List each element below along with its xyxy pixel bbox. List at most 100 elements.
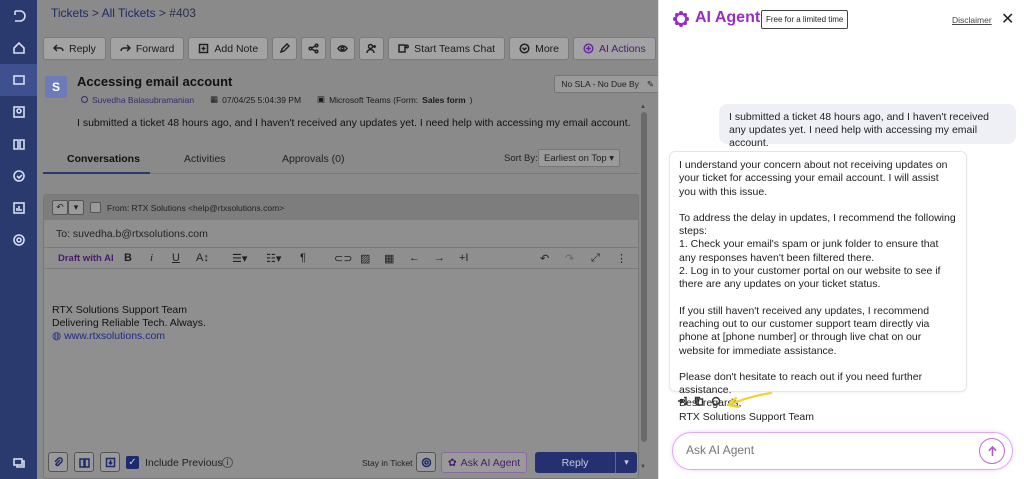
sender-avatar — [90, 202, 101, 213]
download-icon — [105, 457, 115, 467]
nav-home[interactable] — [0, 32, 37, 64]
ai-agent-logo-icon — [673, 11, 689, 27]
nav-reports[interactable] — [0, 192, 37, 224]
tab-conversations[interactable]: Conversations — [67, 153, 140, 165]
outdent-icon[interactable]: ← — [409, 252, 420, 264]
sla-badge[interactable]: No SLA - No Due By ✎ — [554, 75, 658, 93]
watch-button[interactable] — [330, 37, 356, 60]
to-field[interactable]: To: suvedha.b@rtxsolutions.com — [56, 228, 208, 240]
signature-website-text: www.rtxsolutions.com — [64, 330, 166, 342]
disclaimer-link[interactable]: Disclaimer — [952, 15, 992, 25]
fullscreen-icon[interactable]: ⤢ — [591, 252, 600, 265]
chevron-down-icon: ▾ — [73, 202, 79, 212]
image-icon[interactable]: ▨ — [360, 252, 370, 265]
ai-response-paragraph: If you still haven't received any update… — [679, 304, 930, 357]
table-icon[interactable]: ▦ — [384, 252, 394, 265]
attach-button[interactable] — [48, 452, 68, 472]
ticket-date-text: 07/04/25 5:04:39 PM — [222, 94, 302, 105]
requester-name[interactable]: Suvedha Balasubramanian — [81, 94, 194, 105]
tab-approvals[interactable]: Approvals (0) — [282, 153, 344, 165]
undo-icon[interactable]: ↶ — [540, 252, 549, 265]
nav-contacts[interactable] — [0, 96, 37, 128]
ask-ai-agent-input[interactable] — [686, 443, 966, 457]
scroll-down-icon[interactable]: ▼ — [640, 464, 646, 470]
logo-icon — [13, 10, 26, 22]
nav-knowledge[interactable] — [0, 128, 37, 160]
ai-panel-header: AI Agent Free for a limited time Disclai… — [659, 0, 1024, 40]
reply-button[interactable]: Reply — [43, 37, 106, 60]
forward-button[interactable]: Forward — [109, 37, 185, 60]
nav-tasks[interactable] — [0, 160, 37, 192]
stay-in-ticket-label: Stay in Ticket — [362, 458, 413, 468]
start-teams-chat-button[interactable]: Start Teams Chat — [388, 37, 506, 60]
nav-logo[interactable] — [0, 0, 37, 32]
signature-line-1: RTX Solutions Support Team — [52, 304, 188, 316]
ai-signature: RTX Solutions Support Team — [679, 410, 815, 423]
paperclip-icon — [53, 456, 63, 466]
link-icon[interactable]: ⊂⊃ — [334, 252, 352, 265]
ticket-meta: Suvedha Balasubramanian ▦ 07/04/25 5:04:3… — [81, 94, 472, 105]
eye-icon — [337, 45, 349, 52]
signature-website[interactable]: ◍ www.rtxsolutions.com — [52, 330, 206, 343]
pencil-icon — [279, 43, 291, 54]
main-scrollbar[interactable] — [641, 112, 647, 442]
stay-settings-button[interactable] — [416, 452, 436, 472]
reply-options-dropdown[interactable]: ▾ — [615, 452, 637, 473]
redo-icon[interactable]: ↷ — [565, 252, 574, 265]
ordered-list-icon[interactable]: ☰▾ — [232, 252, 247, 265]
bold-icon[interactable]: B — [124, 252, 132, 264]
more-button[interactable]: More — [509, 37, 570, 60]
reply-type-button[interactable]: ↶ — [52, 200, 68, 215]
breadcrumb-all-tickets[interactable]: All Tickets — [102, 6, 156, 20]
sort-select[interactable]: Earliest on Top ▾ — [538, 149, 620, 167]
ai-response-paragraph: I understand your concern about not rece… — [679, 159, 948, 198]
kb-article-button[interactable] — [74, 452, 94, 472]
info-icon[interactable]: i — [222, 457, 233, 468]
draft-with-ai-button[interactable]: Draft with AI — [58, 253, 114, 264]
from-field[interactable]: From: RTX Solutions <help@rtxsolutions.c… — [107, 203, 284, 213]
font-size-icon[interactable]: A↕ — [196, 252, 209, 264]
ai-actions-button[interactable]: AI Actions — [573, 37, 656, 60]
indent-icon[interactable]: → — [434, 252, 445, 264]
add-note-button[interactable]: Add Note — [188, 37, 269, 60]
nav-settings[interactable] — [0, 224, 37, 256]
ticket-source-form: Sales form — [422, 94, 466, 105]
paragraph-icon[interactable]: ¶ — [300, 252, 306, 264]
left-nav — [0, 0, 37, 479]
pencil-icon: ✎ — [646, 78, 654, 89]
nav-chat[interactable] — [0, 447, 37, 479]
insert-icon[interactable]: +I — [459, 252, 468, 264]
home-icon — [12, 41, 25, 54]
more-options-icon[interactable]: ⋮ — [616, 252, 627, 265]
nav-tickets[interactable] — [0, 64, 37, 96]
send-button[interactable] — [979, 438, 1005, 464]
ticket-icon — [12, 75, 25, 85]
regenerate-icon[interactable] — [711, 396, 721, 406]
forward-button-label: Forward — [135, 42, 175, 55]
underline-icon[interactable]: U — [172, 252, 180, 264]
book-icon — [78, 457, 90, 468]
more-button-label: More — [535, 42, 560, 55]
edit-button[interactable] — [272, 37, 298, 60]
ask-ai-agent-button[interactable]: ✿ Ask AI Agent — [441, 452, 527, 473]
insert-into-reply-icon[interactable] — [677, 396, 687, 406]
include-previous-checkbox[interactable]: ✓ — [126, 456, 139, 469]
breadcrumb-tickets[interactable]: Tickets — [51, 6, 89, 20]
close-icon[interactable]: ✕ — [1001, 9, 1014, 29]
chevron-down-icon: ▾ — [624, 457, 629, 467]
ai-step-1: 1. Check your email's spam or junk folde… — [679, 238, 939, 264]
scroll-up-icon[interactable]: ▲ — [640, 104, 646, 110]
insert-template-button[interactable] — [100, 452, 120, 472]
reply-type-dropdown[interactable]: ▾ — [68, 200, 84, 215]
assign-button[interactable] — [359, 37, 385, 60]
ticket-card: S Accessing email account Suvedha Balasu… — [43, 72, 658, 144]
copy-icon[interactable] — [694, 396, 704, 406]
teams-icon: ▣ — [317, 94, 326, 104]
send-reply-button[interactable]: Reply — [535, 452, 615, 473]
bullet-list-icon[interactable]: ☷▾ — [266, 252, 281, 265]
share-button[interactable] — [301, 37, 327, 60]
italic-icon[interactable]: i — [150, 252, 153, 264]
tab-activities[interactable]: Activities — [184, 153, 225, 165]
chat-icon — [12, 458, 25, 468]
start-teams-chat-label: Start Teams Chat — [414, 42, 496, 55]
